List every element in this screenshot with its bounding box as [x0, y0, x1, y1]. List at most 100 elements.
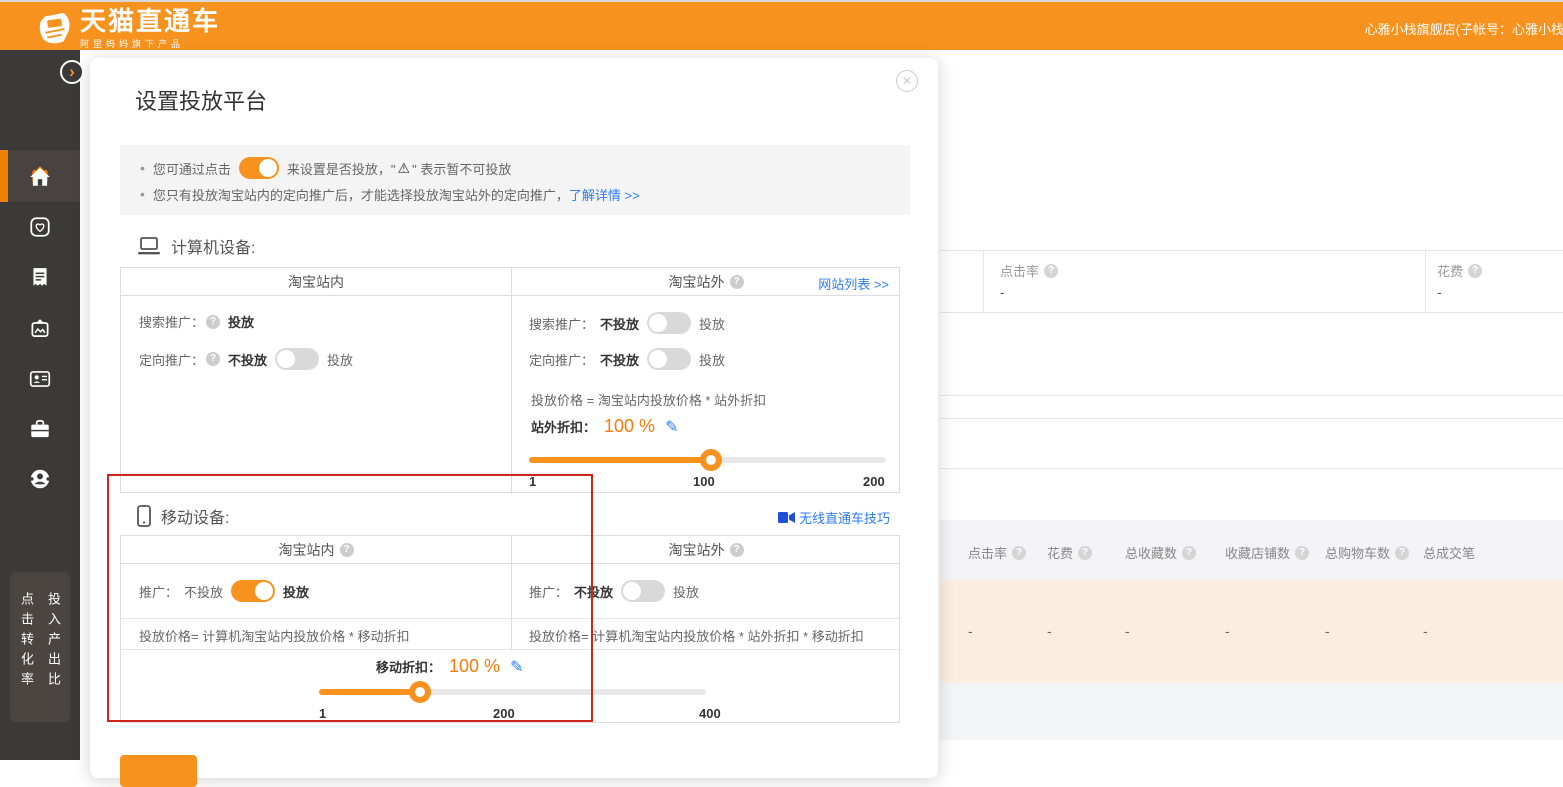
edit-icon[interactable]: ✎ [665, 417, 678, 437]
dialog-title: 设置投放平台 [135, 84, 267, 116]
phone-icon [137, 505, 151, 527]
bg-col-favorites: 总收藏数? [1125, 543, 1196, 562]
slider-max-label: 200 [863, 474, 885, 489]
bg-col-deals: 总成交笔 [1423, 543, 1475, 562]
wireless-tips-link[interactable]: 无线直通车技巧 [778, 508, 890, 527]
mobile-table: 淘宝站内 ? 淘宝站外 ? 推广： 不投放 投放 推广： 不投放 投放 投放价格… [120, 535, 900, 723]
help-icon[interactable]: ? [1468, 264, 1482, 278]
sidebar-item-creative[interactable] [0, 312, 80, 346]
slider-thumb[interactable] [409, 681, 431, 703]
stat-cost-text: 花费 [1437, 261, 1463, 280]
sidebar-item-audience[interactable] [0, 462, 80, 496]
logo-title: 天猫直通车 [80, 8, 220, 34]
help-icon[interactable]: ? [1295, 546, 1309, 560]
computer-section-header: 计算机设备: [137, 234, 255, 258]
bg-col-carts: 总购物车数? [1325, 543, 1409, 562]
computer-onsite-targeting-row: 定向推广： ? 不投放 投放 [139, 348, 353, 370]
help-icon[interactable]: ? [206, 352, 220, 366]
mobile-offsite-promo-toggle[interactable] [621, 580, 665, 602]
sidebar-item-home[interactable] [0, 160, 80, 194]
mobile-discount-line: 移动折扣： 100 % ✎ [376, 656, 523, 677]
stat-cost-label: 花费 ? [1437, 261, 1482, 280]
stat-ctr-label: 点击率 ? [1000, 261, 1058, 280]
close-icon[interactable]: ✕ [896, 70, 918, 92]
briefcase-icon [28, 417, 52, 441]
receipt-icon [28, 266, 52, 290]
learn-more-link[interactable]: 了解详情 >> [569, 185, 640, 204]
mobile-onsite-formula: 投放价格= 计算机淘宝站内投放价格 * 移动折扣 [139, 626, 410, 645]
bg-stat-divider-2 [1425, 250, 1426, 312]
mobile-col-onsite: 淘宝站内 ? [121, 536, 511, 564]
sidebar-item-toolbox[interactable] [0, 412, 80, 446]
slider-min-label: 1 [529, 474, 536, 489]
computer-price-formula: 投放价格 = 淘宝站内投放价格 * 站外折扣 [531, 390, 766, 409]
slider-mid-label: 200 [493, 706, 515, 721]
edit-icon[interactable]: ✎ [510, 657, 523, 677]
bg-cell: - [1423, 623, 1428, 639]
bg-col-cost: 花费? [1047, 543, 1092, 562]
help-icon[interactable]: ? [1078, 546, 1092, 560]
roi-vertical-label: 投入产出比 [44, 592, 63, 722]
slider-mid-label: 100 [693, 474, 715, 489]
bg-divider-line [940, 468, 1563, 469]
tmall-express-train-icon [36, 10, 74, 48]
bg-table-footer-row [940, 683, 1563, 740]
help-icon[interactable]: ? [730, 543, 744, 557]
help-icon[interactable]: ? [730, 275, 744, 289]
mobile-col-offsite: 淘宝站外 ? [511, 536, 901, 564]
help-icon[interactable]: ? [1395, 546, 1409, 560]
help-icon[interactable]: ? [206, 315, 220, 329]
computer-section-title: 计算机设备: [171, 234, 255, 258]
offsite-discount-slider[interactable] [529, 457, 886, 463]
audience-icon [28, 467, 52, 491]
bg-stat-divider-1 [983, 250, 984, 312]
example-toggle[interactable] [239, 157, 279, 179]
ctr-vertical-label: 点击转化率 [17, 592, 36, 722]
computer-offsite-search-toggle[interactable] [647, 312, 691, 334]
sidebar-item-favorites[interactable] [0, 210, 80, 244]
bg-table-data-row [940, 580, 1563, 683]
mobile-onsite-promo-toggle[interactable] [231, 580, 275, 602]
help-icon[interactable]: ? [340, 543, 354, 557]
slider-min-label: 1 [319, 706, 326, 721]
bg-col-ctr: 点击率? [968, 543, 1026, 562]
stat-ctr-value: - [1000, 284, 1005, 300]
bg-divider-line [940, 418, 1563, 419]
sidebar-item-account-card[interactable] [0, 362, 80, 396]
set-platform-dialog: ✕ 设置投放平台 • 您可通过点击 来设置是否投放，" ⚠ " 表示暂不可投放 … [90, 58, 938, 778]
computer-offsite-targeting-row: 定向推广： 不投放 投放 [529, 348, 725, 370]
notice-box: • 您可通过点击 来设置是否投放，" ⚠ " 表示暂不可投放 • 您只有投放淘宝… [120, 145, 910, 215]
help-icon[interactable]: ? [1182, 546, 1196, 560]
help-icon[interactable]: ? [1012, 546, 1026, 560]
mobile-section-title: 移动设备: [161, 504, 229, 528]
site-list-link[interactable]: 网站列表 >> [818, 274, 889, 293]
computer-offsite-targeting-toggle[interactable] [647, 348, 691, 370]
logo-subtitle: 阿里妈妈旗下产品 [80, 37, 220, 50]
sidebar: › 点击转化率 投入产出比 [0, 50, 80, 760]
heart-icon [28, 215, 52, 239]
sidebar-expand-icon[interactable]: › [60, 60, 84, 84]
computer-col-onsite: 淘宝站内 [121, 268, 511, 296]
bg-cell: - [968, 623, 973, 639]
stat-cost-value: - [1437, 284, 1442, 300]
stat-ctr-text: 点击率 [1000, 261, 1039, 280]
id-card-icon [28, 367, 52, 391]
slider-max-label: 400 [699, 706, 721, 721]
app-logo[interactable]: 天猫直通车 阿里妈妈旗下产品 [36, 8, 296, 50]
bg-stat-top-border [940, 250, 1563, 251]
top-bar: 天猫直通车 阿里妈妈旗下产品 心雅小栈旗舰店(子帐号：心雅小栈旗 [0, 2, 1563, 50]
computer-onsite-targeting-toggle[interactable] [275, 348, 319, 370]
account-name: 心雅小栈旗舰店(子帐号：心雅小栈旗 [1365, 19, 1563, 38]
notice-line-1: • 您可通过点击 来设置是否投放，" ⚠ " 表示暂不可投放 [136, 155, 894, 181]
bg-cell: - [1125, 623, 1130, 639]
slider-thumb[interactable] [700, 449, 722, 471]
sidebar-metrics-panel[interactable]: 点击转化率 投入产出比 [10, 572, 70, 722]
mobile-section-header: 移动设备: [137, 504, 229, 528]
mobile-discount-slider[interactable] [319, 689, 706, 695]
computer-table: 淘宝站内 淘宝站外 ? 网站列表 >> 搜索推广： ? 投放 定向推广： ? 不… [120, 267, 900, 493]
video-camera-icon [778, 512, 795, 523]
mobile-offsite-promo-row: 推广： 不投放 投放 [529, 580, 699, 602]
notice-line-2: • 您只有投放淘宝站内的定向推广后，才能选择投放淘宝站外的定向推广， 了解详情 … [136, 181, 894, 207]
help-icon[interactable]: ? [1044, 264, 1058, 278]
sidebar-item-report[interactable] [0, 261, 80, 295]
